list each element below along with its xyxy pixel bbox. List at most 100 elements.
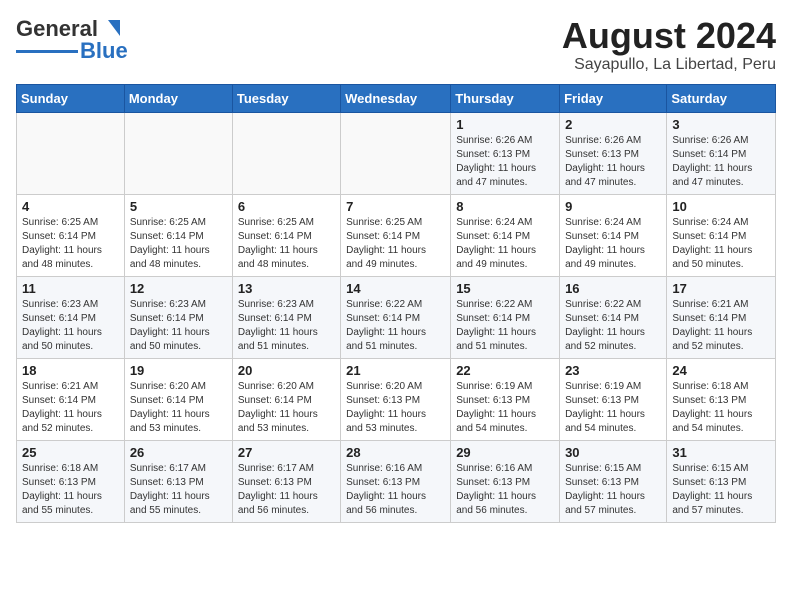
calendar-cell: 13 Sunrise: 6:23 AM Sunset: 6:14 PM Dayli… (232, 276, 340, 358)
day-number: 1 (456, 117, 554, 132)
calendar-table: SundayMondayTuesdayWednesdayThursdayFrid… (16, 84, 776, 523)
calendar-week-row: 4 Sunrise: 6:25 AM Sunset: 6:14 PM Daylig… (17, 194, 776, 276)
day-info: Sunrise: 6:22 AM Sunset: 6:14 PM Dayligh… (565, 298, 661, 354)
logo: General Blue (16, 16, 128, 64)
day-number: 11 (22, 281, 119, 296)
day-number: 8 (456, 199, 554, 214)
day-info: Sunrise: 6:16 AM Sunset: 6:13 PM Dayligh… (456, 462, 554, 518)
calendar-cell: 19 Sunrise: 6:20 AM Sunset: 6:14 PM Dayli… (124, 358, 232, 440)
calendar-cell: 8 Sunrise: 6:24 AM Sunset: 6:14 PM Daylig… (451, 194, 560, 276)
day-info: Sunrise: 6:20 AM Sunset: 6:13 PM Dayligh… (346, 380, 445, 436)
calendar-cell (124, 112, 232, 194)
calendar-cell: 16 Sunrise: 6:22 AM Sunset: 6:14 PM Dayli… (560, 276, 667, 358)
calendar-cell: 25 Sunrise: 6:18 AM Sunset: 6:13 PM Dayli… (17, 440, 125, 522)
calendar-week-row: 11 Sunrise: 6:23 AM Sunset: 6:14 PM Dayli… (17, 276, 776, 358)
calendar-cell: 14 Sunrise: 6:22 AM Sunset: 6:14 PM Dayli… (341, 276, 451, 358)
day-info: Sunrise: 6:26 AM Sunset: 6:13 PM Dayligh… (565, 134, 661, 190)
day-info: Sunrise: 6:17 AM Sunset: 6:13 PM Dayligh… (130, 462, 227, 518)
calendar-cell (232, 112, 340, 194)
day-number: 26 (130, 445, 227, 460)
calendar-cell: 6Sunrise: 6:25 AM Sunset: 6:14 PM Daylig… (232, 194, 340, 276)
day-number: 12 (130, 281, 227, 296)
day-info: Sunrise: 6:24 AM Sunset: 6:14 PM Dayligh… (456, 216, 554, 272)
day-number: 14 (346, 281, 445, 296)
calendar-cell: 9Sunrise: 6:24 AM Sunset: 6:14 PM Daylig… (560, 194, 667, 276)
day-info: Sunrise: 6:17 AM Sunset: 6:13 PM Dayligh… (238, 462, 335, 518)
calendar-cell: 17 Sunrise: 6:21 AM Sunset: 6:14 PM Dayli… (667, 276, 776, 358)
day-info: Sunrise: 6:25 AM Sunset: 6:14 PM Dayligh… (346, 216, 445, 272)
day-number: 24 (672, 363, 770, 378)
day-info: Sunrise: 6:18 AM Sunset: 6:13 PM Dayligh… (22, 462, 119, 518)
day-info: Sunrise: 6:16 AM Sunset: 6:13 PM Dayligh… (346, 462, 445, 518)
calendar-cell: 21 Sunrise: 6:20 AM Sunset: 6:13 PM Dayli… (341, 358, 451, 440)
day-number: 4 (22, 199, 119, 214)
day-number: 22 (456, 363, 554, 378)
calendar-cell: 28 Sunrise: 6:16 AM Sunset: 6:13 PM Dayli… (341, 440, 451, 522)
calendar-cell: 7 Sunrise: 6:25 AM Sunset: 6:14 PM Daylig… (341, 194, 451, 276)
day-info: Sunrise: 6:26 AM Sunset: 6:14 PM Dayligh… (672, 134, 770, 190)
day-info: Sunrise: 6:15 AM Sunset: 6:13 PM Dayligh… (565, 462, 661, 518)
day-info: Sunrise: 6:21 AM Sunset: 6:14 PM Dayligh… (22, 380, 119, 436)
day-number: 25 (22, 445, 119, 460)
calendar-cell (17, 112, 125, 194)
day-number: 23 (565, 363, 661, 378)
day-number: 21 (346, 363, 445, 378)
day-number: 13 (238, 281, 335, 296)
calendar-week-row: 25 Sunrise: 6:18 AM Sunset: 6:13 PM Dayli… (17, 440, 776, 522)
weekday-header: Thursday (451, 84, 560, 112)
calendar-cell: 18 Sunrise: 6:21 AM Sunset: 6:14 PM Dayli… (17, 358, 125, 440)
day-number: 5 (130, 199, 227, 214)
day-number: 3 (672, 117, 770, 132)
title-block: August 2024 Sayapullo, La Libertad, Peru (562, 16, 776, 74)
day-info: Sunrise: 6:22 AM Sunset: 6:14 PM Dayligh… (456, 298, 554, 354)
day-info: Sunrise: 6:20 AM Sunset: 6:14 PM Dayligh… (130, 380, 227, 436)
weekday-header: Tuesday (232, 84, 340, 112)
calendar-cell: 22 Sunrise: 6:19 AM Sunset: 6:13 PM Dayli… (451, 358, 560, 440)
day-info: Sunrise: 6:20 AM Sunset: 6:14 PM Dayligh… (238, 380, 335, 436)
day-number: 2 (565, 117, 661, 132)
calendar-cell: 3 Sunrise: 6:26 AM Sunset: 6:14 PM Daylig… (667, 112, 776, 194)
day-number: 17 (672, 281, 770, 296)
calendar-cell: 1Sunrise: 6:26 AM Sunset: 6:13 PM Daylig… (451, 112, 560, 194)
logo-blue: Blue (80, 38, 128, 64)
day-info: Sunrise: 6:22 AM Sunset: 6:14 PM Dayligh… (346, 298, 445, 354)
day-info: Sunrise: 6:19 AM Sunset: 6:13 PM Dayligh… (456, 380, 554, 436)
day-number: 6 (238, 199, 335, 214)
calendar-cell: 24 Sunrise: 6:18 AM Sunset: 6:13 PM Dayli… (667, 358, 776, 440)
day-number: 7 (346, 199, 445, 214)
calendar-cell: 30 Sunrise: 6:15 AM Sunset: 6:13 PM Dayli… (560, 440, 667, 522)
logo-icon (100, 18, 122, 40)
calendar-cell (341, 112, 451, 194)
weekday-header: Wednesday (341, 84, 451, 112)
day-info: Sunrise: 6:25 AM Sunset: 6:14 PM Dayligh… (130, 216, 227, 272)
day-number: 15 (456, 281, 554, 296)
calendar-cell: 10 Sunrise: 6:24 AM Sunset: 6:14 PM Dayli… (667, 194, 776, 276)
day-number: 10 (672, 199, 770, 214)
day-number: 19 (130, 363, 227, 378)
day-number: 20 (238, 363, 335, 378)
day-info: Sunrise: 6:25 AM Sunset: 6:14 PM Dayligh… (22, 216, 119, 272)
day-info: Sunrise: 6:23 AM Sunset: 6:14 PM Dayligh… (130, 298, 227, 354)
weekday-header: Saturday (667, 84, 776, 112)
calendar-cell: 27 Sunrise: 6:17 AM Sunset: 6:13 PM Dayli… (232, 440, 340, 522)
calendar-cell: 15 Sunrise: 6:22 AM Sunset: 6:14 PM Dayli… (451, 276, 560, 358)
calendar-header-row: SundayMondayTuesdayWednesdayThursdayFrid… (17, 84, 776, 112)
calendar-cell: 31Sunrise: 6:15 AM Sunset: 6:13 PM Dayli… (667, 440, 776, 522)
day-info: Sunrise: 6:24 AM Sunset: 6:14 PM Dayligh… (672, 216, 770, 272)
day-number: 30 (565, 445, 661, 460)
weekday-header: Monday (124, 84, 232, 112)
day-info: Sunrise: 6:23 AM Sunset: 6:14 PM Dayligh… (238, 298, 335, 354)
page-header: General Blue August 2024 Sayapullo, La L… (16, 16, 776, 74)
weekday-header: Friday (560, 84, 667, 112)
day-number: 28 (346, 445, 445, 460)
day-number: 18 (22, 363, 119, 378)
calendar-cell: 2 Sunrise: 6:26 AM Sunset: 6:13 PM Daylig… (560, 112, 667, 194)
calendar-cell: 29Sunrise: 6:16 AM Sunset: 6:13 PM Dayli… (451, 440, 560, 522)
calendar-cell: 4 Sunrise: 6:25 AM Sunset: 6:14 PM Daylig… (17, 194, 125, 276)
day-number: 16 (565, 281, 661, 296)
calendar-week-row: 18 Sunrise: 6:21 AM Sunset: 6:14 PM Dayli… (17, 358, 776, 440)
day-info: Sunrise: 6:21 AM Sunset: 6:14 PM Dayligh… (672, 298, 770, 354)
calendar-cell: 26 Sunrise: 6:17 AM Sunset: 6:13 PM Dayli… (124, 440, 232, 522)
day-info: Sunrise: 6:18 AM Sunset: 6:13 PM Dayligh… (672, 380, 770, 436)
day-number: 27 (238, 445, 335, 460)
